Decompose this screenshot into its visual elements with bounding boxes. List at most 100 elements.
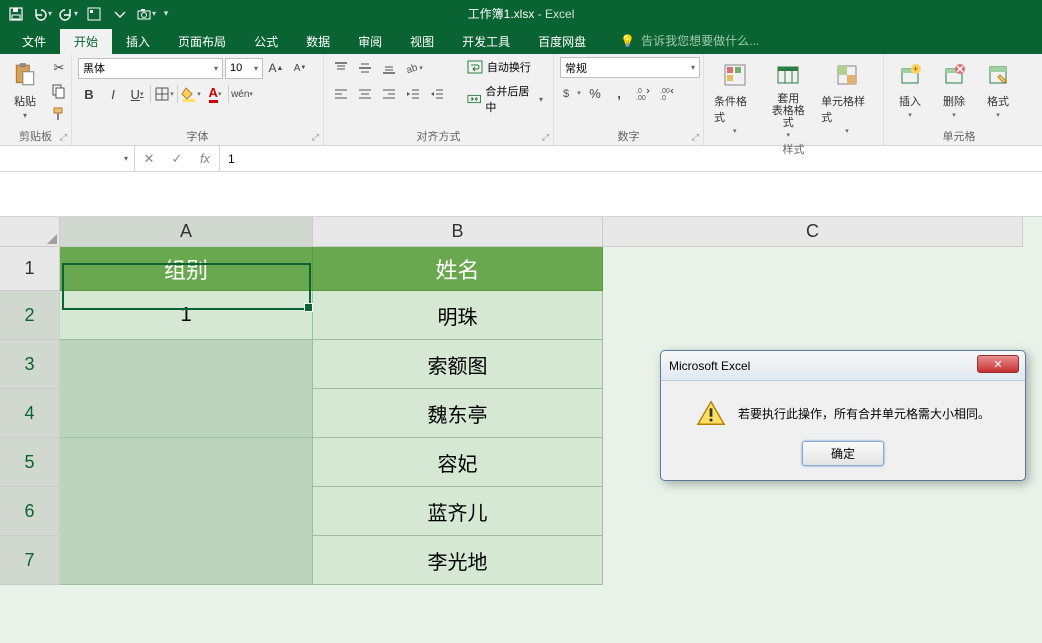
accounting-format-icon[interactable]: $▾ xyxy=(560,82,582,104)
save-icon[interactable] xyxy=(4,3,28,25)
increase-indent-icon[interactable] xyxy=(426,83,448,105)
font-name-dropdown[interactable]: 黑体▾ xyxy=(78,58,223,79)
align-top-icon[interactable] xyxy=(330,57,352,79)
fx-icon[interactable]: fx xyxy=(191,151,219,166)
column-header-b[interactable]: B xyxy=(313,217,603,247)
undo-icon[interactable]: ▾ xyxy=(30,3,54,25)
number-format-dropdown[interactable]: 常规▾ xyxy=(560,57,700,78)
cell-b4[interactable]: 魏东亭 xyxy=(313,389,603,438)
phonetic-icon[interactable]: wén▾ xyxy=(231,83,253,105)
format-as-table-button[interactable]: 套用 表格格式▾ xyxy=(764,57,814,141)
number-launcher-icon[interactable]: ⤢ xyxy=(692,132,699,143)
align-right-icon[interactable] xyxy=(378,83,400,105)
delete-cells-button[interactable]: 删除▾ xyxy=(934,57,974,121)
align-middle-icon[interactable] xyxy=(354,57,376,79)
row-header-2[interactable]: 2 xyxy=(0,291,60,340)
redo-icon[interactable]: ▾ xyxy=(56,3,80,25)
cell-b3[interactable]: 索额图 xyxy=(313,340,603,389)
dialog-titlebar[interactable]: Microsoft Excel ✕ xyxy=(661,351,1025,381)
conditional-formatting-button[interactable]: 条件格式▾ xyxy=(710,57,760,137)
comma-format-icon[interactable]: , xyxy=(608,82,630,104)
dialog-ok-button[interactable]: 确定 xyxy=(802,441,884,466)
font-launcher-icon[interactable]: ⤢ xyxy=(312,132,319,143)
tab-review[interactable]: 审阅 xyxy=(344,29,396,54)
group-styles: 条件格式▾ 套用 表格格式▾ 单元格样式▾ 样式 xyxy=(704,54,884,145)
orientation-icon[interactable]: ab▾ xyxy=(402,57,424,79)
italic-button[interactable]: I xyxy=(102,83,124,105)
underline-button[interactable]: U▾ xyxy=(126,83,148,105)
increase-font-icon[interactable]: A▲ xyxy=(265,57,287,79)
copy-icon[interactable] xyxy=(48,80,70,102)
row-header-5[interactable]: 5 xyxy=(0,438,60,487)
cell-b5[interactable]: 容妃 xyxy=(313,438,603,487)
row-header-4[interactable]: 4 xyxy=(0,389,60,438)
group-label-font: 字体 xyxy=(187,128,209,144)
align-bottom-icon[interactable] xyxy=(378,57,400,79)
name-box-dropdown-icon[interactable]: ▾ xyxy=(124,154,128,163)
tell-me-search[interactable]: 💡 告诉我您想要做什么... xyxy=(620,27,759,54)
fill-color-icon[interactable]: ▾ xyxy=(180,83,202,105)
cell-a1[interactable]: 组别 xyxy=(60,247,313,291)
paste-button[interactable]: 粘贴 ▾ xyxy=(6,57,44,122)
font-size-dropdown[interactable]: 10▾ xyxy=(225,58,263,79)
align-left-icon[interactable] xyxy=(330,83,352,105)
qat-item-icon[interactable] xyxy=(82,3,106,25)
cell-c6[interactable] xyxy=(603,487,1023,536)
cell-c1[interactable] xyxy=(603,247,1023,291)
row-header-7[interactable]: 7 xyxy=(0,536,60,585)
cell-a2[interactable]: 1 xyxy=(60,291,313,340)
tab-formulas[interactable]: 公式 xyxy=(240,29,292,54)
cell-a6[interactable] xyxy=(60,487,313,536)
decrease-font-icon[interactable]: A▼ xyxy=(289,57,311,79)
merge-center-button[interactable]: 合并后居中 ▾ xyxy=(463,81,547,117)
cell-b6[interactable]: 蓝齐儿 xyxy=(313,487,603,536)
cell-c7[interactable] xyxy=(603,536,1023,585)
cell-a3[interactable] xyxy=(60,340,313,389)
align-center-icon[interactable] xyxy=(354,83,376,105)
tab-file[interactable]: 文件 xyxy=(8,29,60,54)
cell-styles-button[interactable]: 单元格样式▾ xyxy=(817,57,877,137)
row-header-3[interactable]: 3 xyxy=(0,340,60,389)
bold-button[interactable]: B xyxy=(78,83,100,105)
cell-a7[interactable] xyxy=(60,536,313,585)
name-box[interactable]: ▾ xyxy=(0,146,135,171)
column-header-a[interactable]: A xyxy=(60,217,313,247)
tab-view[interactable]: 视图 xyxy=(396,29,448,54)
cell-c2[interactable] xyxy=(603,291,1023,340)
font-color-icon[interactable]: A▾ xyxy=(204,83,226,105)
row-header-1[interactable]: 1 xyxy=(0,247,60,291)
row-header-6[interactable]: 6 xyxy=(0,487,60,536)
qat-down-icon[interactable] xyxy=(108,3,132,25)
tab-developer[interactable]: 开发工具 xyxy=(448,29,524,54)
wrap-text-button[interactable]: 自动换行 xyxy=(463,57,547,77)
tab-home[interactable]: 开始 xyxy=(60,29,112,54)
cut-icon[interactable]: ✂ xyxy=(48,57,70,79)
insert-cells-button[interactable]: + 插入▾ xyxy=(890,57,930,121)
tab-page-layout[interactable]: 页面布局 xyxy=(164,29,240,54)
tab-baidu[interactable]: 百度网盘 xyxy=(524,29,600,54)
column-header-c[interactable]: C xyxy=(603,217,1023,247)
percent-format-icon[interactable]: % xyxy=(584,82,606,104)
format-painter-icon[interactable] xyxy=(48,103,70,125)
cell-b1[interactable]: 姓名 xyxy=(313,247,603,291)
increase-decimal-icon[interactable]: .0.00 xyxy=(632,82,654,104)
cancel-formula-icon[interactable]: ✕ xyxy=(135,151,163,167)
tab-data[interactable]: 数据 xyxy=(292,29,344,54)
accept-formula-icon[interactable]: ✓ xyxy=(163,151,191,167)
formula-input[interactable]: 1 xyxy=(220,146,1042,171)
cell-b2[interactable]: 明珠 xyxy=(313,291,603,340)
cell-b7[interactable]: 李光地 xyxy=(313,536,603,585)
cell-a4[interactable] xyxy=(60,389,313,438)
alignment-launcher-icon[interactable]: ⤢ xyxy=(542,132,549,143)
format-cells-button[interactable]: 格式▾ xyxy=(978,57,1018,121)
border-icon[interactable]: ▾ xyxy=(153,83,175,105)
cell-a5[interactable] xyxy=(60,438,313,487)
decrease-indent-icon[interactable] xyxy=(402,83,424,105)
dialog-close-button[interactable]: ✕ xyxy=(977,355,1019,373)
tab-insert[interactable]: 插入 xyxy=(112,29,164,54)
camera-icon[interactable]: ▾ xyxy=(134,3,158,25)
decrease-decimal-icon[interactable]: .00.0 xyxy=(656,82,678,104)
select-all-corner[interactable] xyxy=(0,217,60,247)
clipboard-launcher-icon[interactable]: ⤢ xyxy=(60,132,67,143)
qat-customize-icon[interactable]: ▾ xyxy=(160,3,172,25)
